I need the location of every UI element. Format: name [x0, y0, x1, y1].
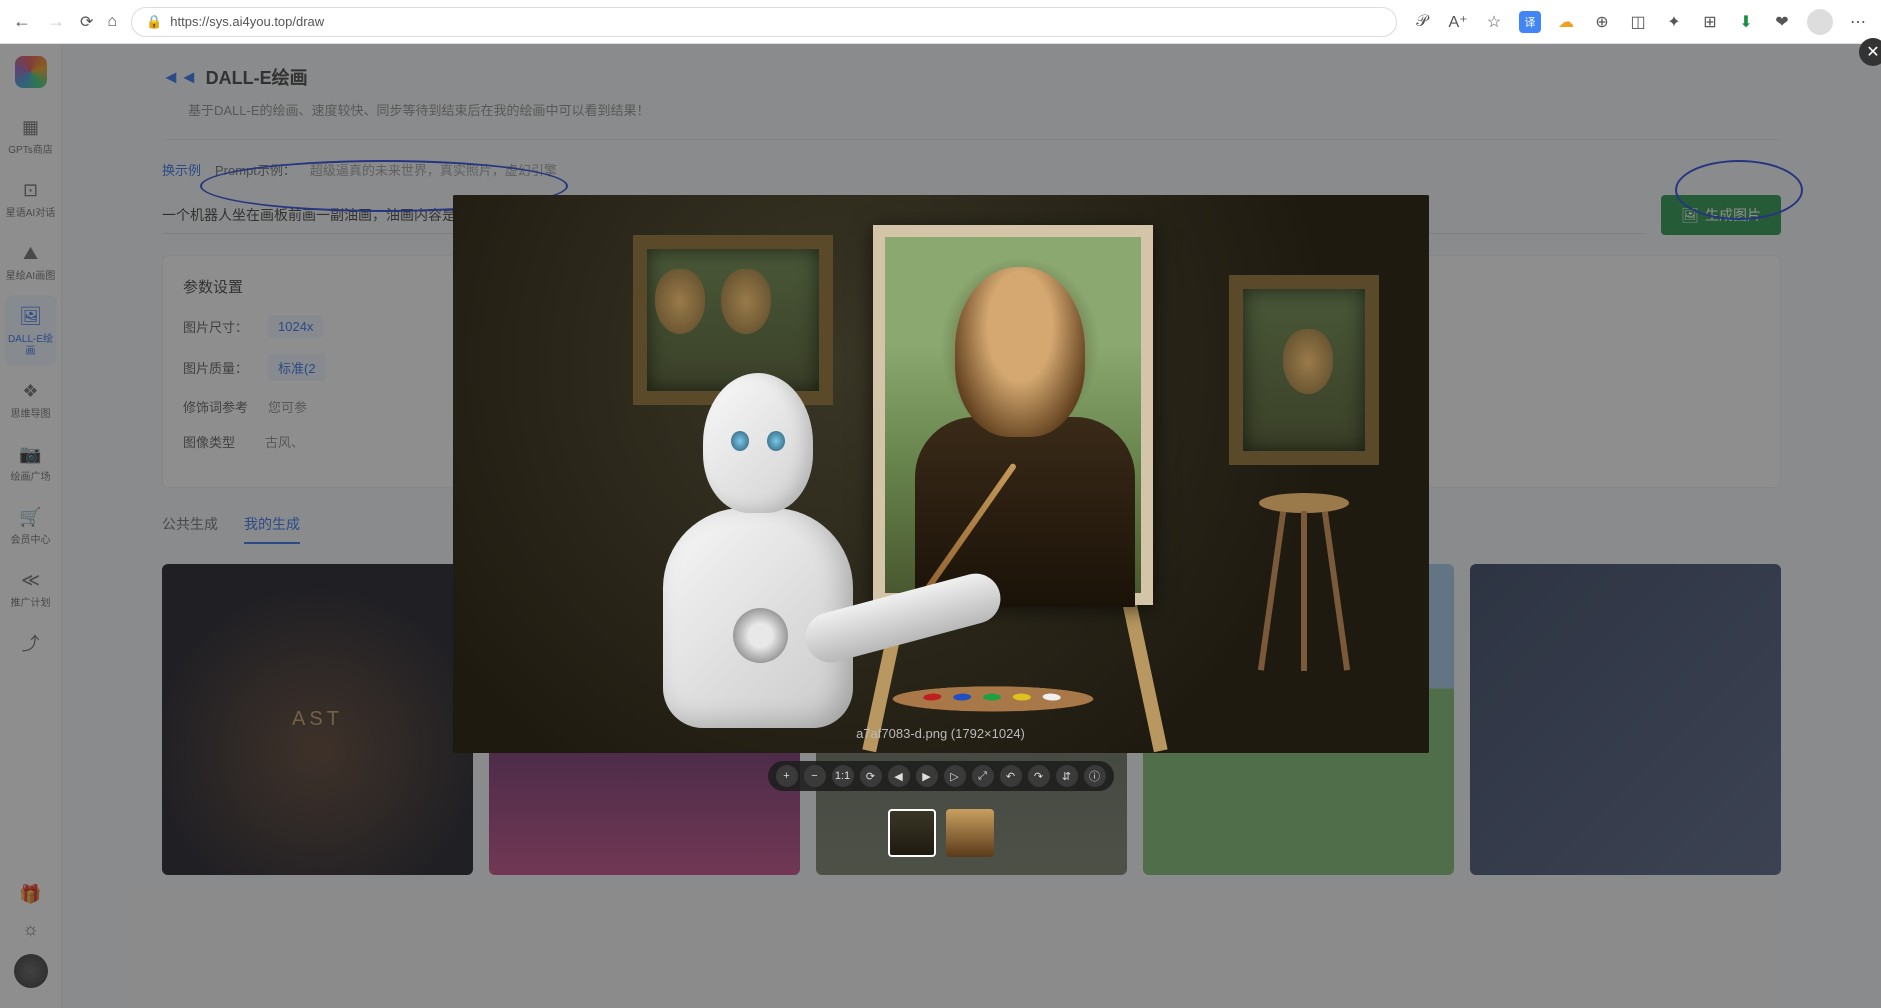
stool-icon: [1259, 493, 1349, 673]
info-icon[interactable]: ⓘ: [1084, 765, 1106, 787]
viewer-controls: + − 1:1 ⟳ ◀ ▶ ▷ ⤢ ↶ ↷ ⇵ ⓘ: [768, 761, 1114, 791]
strip-thumb[interactable]: [888, 809, 936, 857]
strip-thumb[interactable]: [946, 809, 994, 857]
image-caption: a7af7083-d.png (1792×1024): [856, 726, 1025, 741]
lightbox-image[interactable]: a7af7083-d.png (1792×1024): [453, 195, 1429, 753]
extension-icon[interactable]: ⊕: [1591, 11, 1613, 33]
performance-icon[interactable]: ❤: [1771, 11, 1793, 33]
browser-chrome: ← → ⟳ ⌂ 🔒 https://sys.ai4you.top/draw 𝒫 …: [0, 0, 1881, 44]
rotate-left-icon[interactable]: ↶: [1000, 765, 1022, 787]
split-icon[interactable]: ◫: [1627, 11, 1649, 33]
rotate-right-icon[interactable]: ↷: [1028, 765, 1050, 787]
close-icon[interactable]: ✕: [1859, 38, 1881, 66]
play-icon[interactable]: ▶: [916, 765, 938, 787]
lightbox-overlay[interactable]: ✕: [0, 44, 1881, 1008]
zoom-in-icon[interactable]: +: [776, 765, 798, 787]
back-arrow-icon[interactable]: ←: [12, 11, 32, 32]
cloud-icon[interactable]: ☁: [1555, 11, 1577, 33]
lock-icon: 🔒: [146, 14, 162, 30]
forward-arrow-icon: →: [46, 11, 66, 32]
read-aloud-icon[interactable]: 𝒫: [1411, 11, 1433, 33]
collections-icon[interactable]: ⊞: [1699, 11, 1721, 33]
url-text: https://sys.ai4you.top/draw: [170, 14, 324, 29]
download-icon[interactable]: ⬇: [1735, 11, 1757, 33]
thumbnail-strip: [888, 809, 994, 857]
mona-lisa-painting: [873, 225, 1153, 605]
star-icon[interactable]: ☆: [1483, 11, 1505, 33]
menu-icon[interactable]: ⋯: [1847, 11, 1869, 33]
home-icon[interactable]: ⌂: [107, 13, 117, 31]
flip-icon[interactable]: ⇵: [1056, 765, 1078, 787]
url-bar[interactable]: 🔒 https://sys.ai4you.top/draw: [131, 7, 1397, 37]
translate-icon[interactable]: 译: [1519, 11, 1541, 33]
fullscreen-icon[interactable]: ⤢: [972, 765, 994, 787]
zoom-out-icon[interactable]: −: [804, 765, 826, 787]
actual-size-icon[interactable]: 1:1: [832, 765, 854, 787]
next-icon[interactable]: ▷: [944, 765, 966, 787]
rotate-icon[interactable]: ⟳: [860, 765, 882, 787]
refresh-icon[interactable]: ⟳: [80, 12, 93, 32]
robot-figure: [603, 353, 883, 753]
text-size-icon[interactable]: A⁺: [1447, 11, 1469, 33]
profile-avatar[interactable]: [1807, 9, 1833, 35]
bg-painting-icon: [1229, 275, 1379, 465]
palette-icon: [885, 686, 1101, 711]
favorites-icon[interactable]: ✦: [1663, 11, 1685, 33]
prev-icon[interactable]: ◀: [888, 765, 910, 787]
